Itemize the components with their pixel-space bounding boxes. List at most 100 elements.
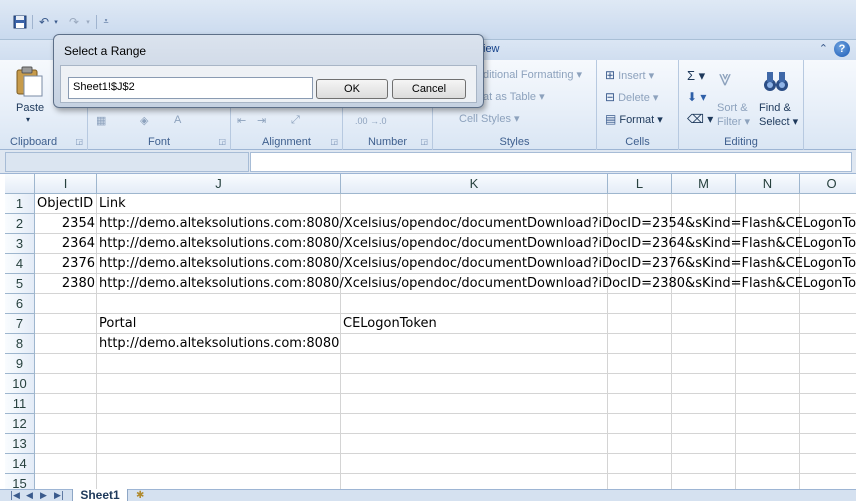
row-header[interactable]: 9 [5,354,35,374]
row-header[interactable]: 10 [5,374,35,394]
redo-dropdown-icon[interactable]: ▾ [84,14,92,30]
cell-I2[interactable]: 2354 [35,214,97,233]
cell-I5[interactable]: 2380 [35,274,97,293]
tab-view[interactable]: iew [483,43,500,55]
row-header[interactable]: 3 [5,234,35,254]
format-as-table-button[interactable]: at as Table ▾ [483,90,545,103]
row-header[interactable]: 11 [5,394,35,414]
fill-color-icon[interactable]: ◈ [140,114,148,127]
cell-J7[interactable]: Portal [97,314,138,333]
range-input[interactable]: Sheet1!$J$2 [68,77,313,99]
format-cells-icon: ▤ [605,112,617,126]
first-sheet-icon[interactable]: |◀ [10,490,20,501]
indent-decrease-icon[interactable]: ⇤ [237,114,246,127]
table-row [35,294,856,314]
minimize-ribbon-icon[interactable]: ⌃ [819,42,828,55]
undo-dropdown-icon[interactable]: ▾ [52,14,60,30]
table-row [35,414,856,434]
customize-qat-icon[interactable]: ⩡ [100,14,112,30]
table-row: 2364 http://demo.alteksolutions.com:8080… [35,234,856,254]
save-icon[interactable] [12,14,28,30]
font-launcher-icon[interactable]: ◲ [218,137,226,146]
cell-J1[interactable]: Link [97,194,128,213]
editing-group-label: Editing [724,136,758,148]
column-header-L[interactable]: L [608,174,672,194]
column-header-M[interactable]: M [672,174,736,194]
alignment-launcher-icon[interactable]: ◲ [330,137,338,146]
row-header[interactable]: 7 [5,314,35,334]
cell-styles-button[interactable]: Cell Styles ▾ [459,112,520,125]
table-row [35,354,856,374]
sort-filter-icon[interactable]: ⩔ [719,66,731,91]
paste-icon[interactable] [14,66,44,101]
insert-sheet-icon[interactable]: ✱ [136,490,144,501]
cell-K7[interactable]: CELogonToken [341,314,439,333]
find-select-button[interactable]: Find & [759,102,791,114]
cell-I4[interactable]: 2376 [35,254,97,273]
cell-I1[interactable]: ObjectID [35,194,95,213]
find-select-button-line2[interactable]: Select ▾ [759,115,798,128]
decimal-buttons[interactable]: .00 →.0 [355,116,387,126]
cell-J5[interactable]: http://demo.alteksolutions.com:8080/Xcel… [97,274,856,293]
row-header[interactable]: 5 [5,274,35,294]
table-row [35,434,856,454]
clear-icon[interactable]: ⌫ ▾ [687,112,713,126]
row-header[interactable]: 8 [5,334,35,354]
cell-J3[interactable]: http://demo.alteksolutions.com:8080/Xcel… [97,234,856,253]
row-header[interactable]: 14 [5,454,35,474]
table-row: 2354 http://demo.alteksolutions.com:8080… [35,214,856,234]
format-button[interactable]: ▤ Format ▾ [605,112,663,126]
row-header[interactable]: 1 [5,194,35,214]
cell-I3[interactable]: 2364 [35,234,97,253]
cell-J2[interactable]: http://demo.alteksolutions.com:8080/Xcel… [97,214,856,233]
autosum-icon[interactable]: Σ ▾ [687,68,705,84]
column-header-J[interactable]: J [97,174,341,194]
row-header[interactable]: 4 [5,254,35,274]
table-row: Portal CELogonToken [35,314,856,334]
number-launcher-icon[interactable]: ◲ [420,137,428,146]
orientation-icon[interactable]: ⤢ [291,114,300,127]
row-header[interactable]: 12 [5,414,35,434]
borders-icon[interactable]: ▦ [96,114,106,127]
sheet-tab-sheet1[interactable]: Sheet1 [72,489,128,501]
table-row: http://demo.alteksolutions.com:8080 [35,334,856,354]
sort-filter-button-line2[interactable]: Filter ▾ [717,115,750,128]
clipboard-launcher-icon[interactable]: ◲ [75,137,83,146]
row-header[interactable]: 2 [5,214,35,234]
select-all-corner[interactable] [5,174,35,194]
prev-sheet-icon[interactable]: ◀ [26,490,33,501]
conditional-formatting-button[interactable]: ditional Formatting ▾ [483,68,582,81]
column-header-I[interactable]: I [35,174,97,194]
name-box[interactable] [5,152,249,172]
paste-dropdown-icon[interactable]: ▾ [26,115,30,124]
redo-icon[interactable]: ↷ [66,14,82,30]
sheet-tab-bar: |◀ ◀ ▶ ▶| Sheet1 ✱ [0,489,856,501]
row-header[interactable]: 15 [5,474,35,489]
cancel-button[interactable]: Cancel [392,79,466,99]
paste-button[interactable]: Paste [16,102,44,114]
indent-increase-icon[interactable]: ⇥ [257,114,266,127]
ok-button[interactable]: OK [316,79,388,99]
insert-button[interactable]: ⊞ Insert ▾ [605,68,654,82]
column-header-K[interactable]: K [341,174,608,194]
font-color-icon[interactable]: A [174,114,181,126]
sort-filter-button[interactable]: Sort & [717,102,748,114]
row-header[interactable]: 13 [5,434,35,454]
column-header-N[interactable]: N [736,174,800,194]
cell-J4[interactable]: http://demo.alteksolutions.com:8080/Xcel… [97,254,856,273]
row-header[interactable]: 6 [5,294,35,314]
cells-group: ⊞ Insert ▾ ⊟ Delete ▾ ▤ Format ▾ Cells [597,60,679,150]
delete-cells-icon: ⊟ [605,90,616,104]
last-sheet-icon[interactable]: ▶| [54,490,64,501]
font-group-label: Font [147,136,170,148]
binoculars-icon[interactable] [763,68,789,97]
cell-J8[interactable]: http://demo.alteksolutions.com:8080 [97,334,341,353]
help-icon[interactable]: ? [834,41,850,57]
number-group-label: Number [367,136,408,148]
column-header-O[interactable]: O [800,174,856,194]
undo-icon[interactable]: ↶ [36,14,52,30]
fill-icon[interactable]: ⬇ ▾ [687,90,706,104]
formula-input[interactable] [250,152,852,172]
delete-button[interactable]: ⊟ Delete ▾ [605,90,658,104]
next-sheet-icon[interactable]: ▶ [40,490,47,501]
